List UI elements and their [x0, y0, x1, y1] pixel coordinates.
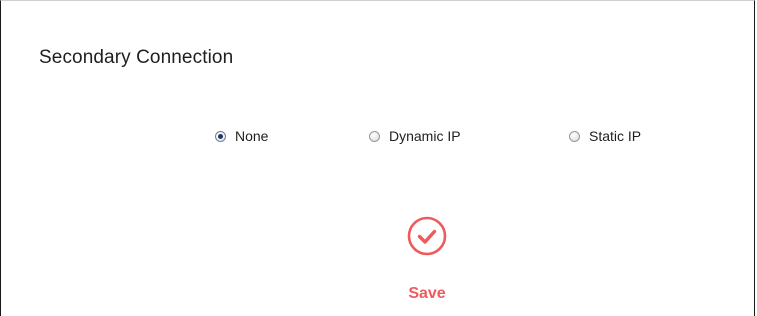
radio-option-static-ip[interactable]: Static IP — [569, 128, 641, 144]
radio-label-static-ip: Static IP — [589, 128, 642, 144]
radio-button-dynamic-ip[interactable] — [369, 130, 380, 142]
radio-option-none[interactable]: None — [215, 128, 268, 144]
radio-button-none[interactable] — [215, 130, 226, 142]
secondary-connection-panel: Secondary Connection None Dynamic IP Sta… — [0, 0, 755, 316]
save-button[interactable]: Save — [404, 215, 466, 307]
checkmark-circle-icon[interactable] — [407, 216, 447, 256]
radio-option-dynamic-ip[interactable]: Dynamic IP — [369, 128, 461, 144]
radio-label-dynamic-ip: Dynamic IP — [389, 128, 461, 144]
save-label[interactable]: Save — [404, 285, 450, 303]
section-title: Secondary Connection — [39, 47, 234, 68]
radio-label-none: None — [235, 128, 269, 144]
radio-button-static-ip[interactable] — [569, 130, 580, 142]
